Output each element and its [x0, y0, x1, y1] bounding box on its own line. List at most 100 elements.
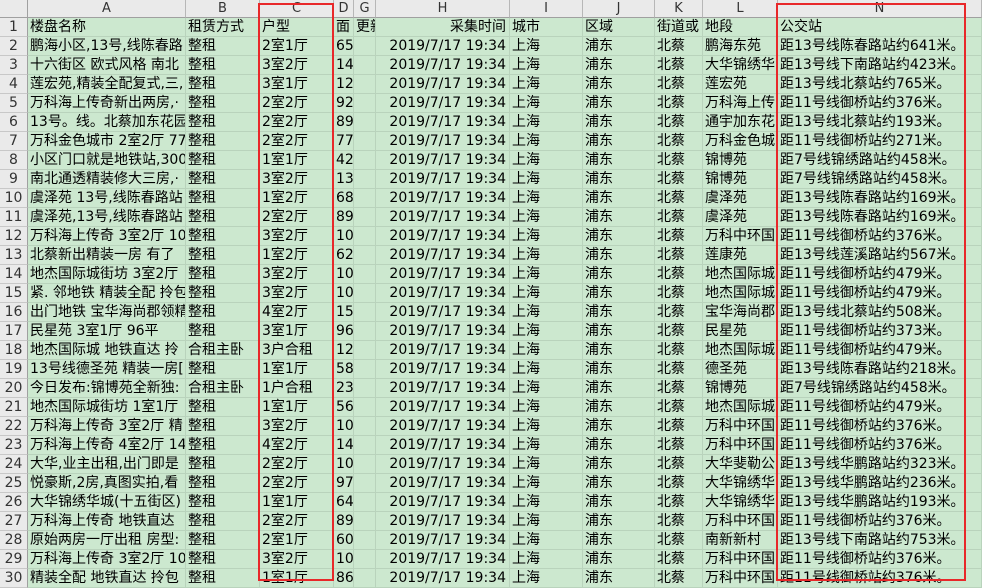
table-cell[interactable]: 出门地铁 宝华海尚郡领精 [28, 303, 186, 322]
table-cell[interactable]: 万科海上传 [703, 94, 778, 113]
table-cell[interactable]: 北蔡 [655, 113, 703, 132]
table-cell[interactable]: 整租 [186, 189, 260, 208]
table-cell[interactable]: 2019/7/17 19:34 [376, 189, 510, 208]
table-cell[interactable]: 北蔡 [655, 189, 703, 208]
table-cell[interactable]: 23㎡ [334, 379, 354, 398]
row-header[interactable]: 6 [0, 113, 28, 132]
header-cell[interactable]: 户型 [260, 18, 334, 37]
table-cell[interactable]: 今日发布:锦博苑全新独: [28, 379, 186, 398]
header-cell[interactable]: 楼盘名称 [28, 18, 186, 37]
table-cell[interactable] [354, 151, 376, 170]
table-cell[interactable]: 上海 [510, 569, 583, 588]
table-cell[interactable] [354, 132, 376, 151]
table-cell[interactable]: 南新新村 [703, 531, 778, 550]
row-header[interactable]: 22 [0, 417, 28, 436]
table-cell[interactable]: 虞泽苑 [703, 208, 778, 227]
table-cell[interactable]: 1室1厅 [260, 151, 334, 170]
table-cell[interactable]: 北蔡 [655, 341, 703, 360]
table-cell[interactable]: 上海 [510, 151, 583, 170]
table-cell[interactable]: 万科金色城 [703, 132, 778, 151]
table-cell[interactable]: 距13号线陈春路站约218米。 [778, 360, 982, 379]
table-cell[interactable]: 1室2厅 [260, 189, 334, 208]
table-cell[interactable]: 2019/7/17 19:34 [376, 569, 510, 588]
table-cell[interactable]: 距11号线御桥站约479米。 [778, 398, 982, 417]
table-cell[interactable]: 十六街区 欧式风格 南北 [28, 56, 186, 75]
table-cell[interactable]: 上海 [510, 455, 583, 474]
table-cell[interactable]: 2019/7/17 19:34 [376, 531, 510, 550]
table-cell[interactable]: 103㎡ [334, 455, 354, 474]
table-cell[interactable]: 浦东 [583, 265, 655, 284]
table-cell[interactable]: 北蔡 [655, 303, 703, 322]
row-header[interactable]: 4 [0, 75, 28, 94]
table-cell[interactable]: 万科海上传奇 3室2厅 10 [28, 550, 186, 569]
table-cell[interactable]: 莲康苑 [703, 246, 778, 265]
table-cell[interactable]: 92㎡ [334, 94, 354, 113]
table-cell[interactable]: 整租 [186, 132, 260, 151]
table-cell[interactable]: 北蔡 [655, 512, 703, 531]
table-cell[interactable]: 整租 [186, 303, 260, 322]
table-cell[interactable]: 56㎡ [334, 398, 354, 417]
table-cell[interactable]: 万科中环国 [703, 569, 778, 588]
table-cell[interactable]: 精装全配 地铁直达 拎包 [28, 569, 186, 588]
table-cell[interactable] [354, 189, 376, 208]
table-cell[interactable]: 77㎡ [334, 132, 354, 151]
table-cell[interactable]: 浦东 [583, 56, 655, 75]
table-cell[interactable]: 距13号线北蔡站约508米。 [778, 303, 982, 322]
table-cell[interactable]: 106㎡ [334, 417, 354, 436]
row-header[interactable]: 9 [0, 170, 28, 189]
table-cell[interactable]: 89㎡ [334, 512, 354, 531]
table-cell[interactable] [354, 37, 376, 56]
table-cell[interactable]: 距13号线莲溪路站约567米。 [778, 246, 982, 265]
table-cell[interactable]: 浦东 [583, 360, 655, 379]
table-cell[interactable]: 距11号线御桥站约376米。 [778, 417, 982, 436]
table-cell[interactable]: 距13号线陈春路站约641米。 [778, 37, 982, 56]
table-cell[interactable]: 地杰国际城街坊 1室1厅 [28, 398, 186, 417]
table-cell[interactable]: 浦东 [583, 246, 655, 265]
table-cell[interactable]: 3室1厅 [260, 322, 334, 341]
row-header[interactable]: 18 [0, 341, 28, 360]
table-cell[interactable]: 原始两房一厅出租 房型: [28, 531, 186, 550]
table-cell[interactable]: 整租 [186, 208, 260, 227]
table-cell[interactable]: 万科海上传奇 地铁直达 [28, 512, 186, 531]
table-cell[interactable]: 浦东 [583, 132, 655, 151]
row-header[interactable]: 15 [0, 284, 28, 303]
table-cell[interactable]: 2019/7/17 19:34 [376, 455, 510, 474]
row-header[interactable]: 25 [0, 474, 28, 493]
table-cell[interactable]: 102㎡ [334, 227, 354, 246]
table-cell[interactable]: 整租 [186, 436, 260, 455]
table-cell[interactable]: 上海 [510, 360, 583, 379]
table-cell[interactable]: 2019/7/17 19:34 [376, 132, 510, 151]
table-cell[interactable]: 地杰国际城 [703, 284, 778, 303]
table-cell[interactable]: 浦东 [583, 94, 655, 113]
table-cell[interactable]: 2019/7/17 19:34 [376, 550, 510, 569]
table-cell[interactable]: 上海 [510, 493, 583, 512]
table-cell[interactable] [354, 322, 376, 341]
table-cell[interactable]: 65㎡ [334, 37, 354, 56]
table-cell[interactable]: 整租 [186, 455, 260, 474]
table-cell[interactable]: 北蔡 [655, 227, 703, 246]
table-cell[interactable]: 距11号线御桥站约376米。 [778, 436, 982, 455]
table-cell[interactable]: 小区门口就是地铁站,300 [28, 151, 186, 170]
table-cell[interactable]: 2019/7/17 19:34 [376, 512, 510, 531]
table-cell[interactable]: 整租 [186, 493, 260, 512]
table-cell[interactable]: 北蔡 [655, 170, 703, 189]
table-cell[interactable]: 1室1厅 [260, 360, 334, 379]
table-cell[interactable]: 地杰国际城 [703, 398, 778, 417]
table-cell[interactable] [354, 493, 376, 512]
table-cell[interactable]: 北蔡 [655, 322, 703, 341]
table-cell[interactable]: 3室2厅 [260, 56, 334, 75]
table-cell[interactable]: 悦豪斯,2房,真图实拍,看 [28, 474, 186, 493]
table-cell[interactable]: 浦东 [583, 341, 655, 360]
table-cell[interactable]: 锦博苑 [703, 379, 778, 398]
table-cell[interactable]: 整租 [186, 474, 260, 493]
table-cell[interactable]: 地杰国际城 地铁直达 拎 [28, 341, 186, 360]
table-cell[interactable] [354, 227, 376, 246]
table-cell[interactable]: 130㎡ [334, 170, 354, 189]
table-cell[interactable]: 德圣苑 [703, 360, 778, 379]
table-cell[interactable]: 距11号线御桥站约376米。 [778, 512, 982, 531]
table-cell[interactable]: 3户合租 [260, 341, 334, 360]
table-cell[interactable]: 整租 [186, 75, 260, 94]
table-cell[interactable]: 距13号线华鹏路站约323米。 [778, 455, 982, 474]
table-cell[interactable]: 上海 [510, 284, 583, 303]
table-cell[interactable]: 60㎡ [334, 531, 354, 550]
